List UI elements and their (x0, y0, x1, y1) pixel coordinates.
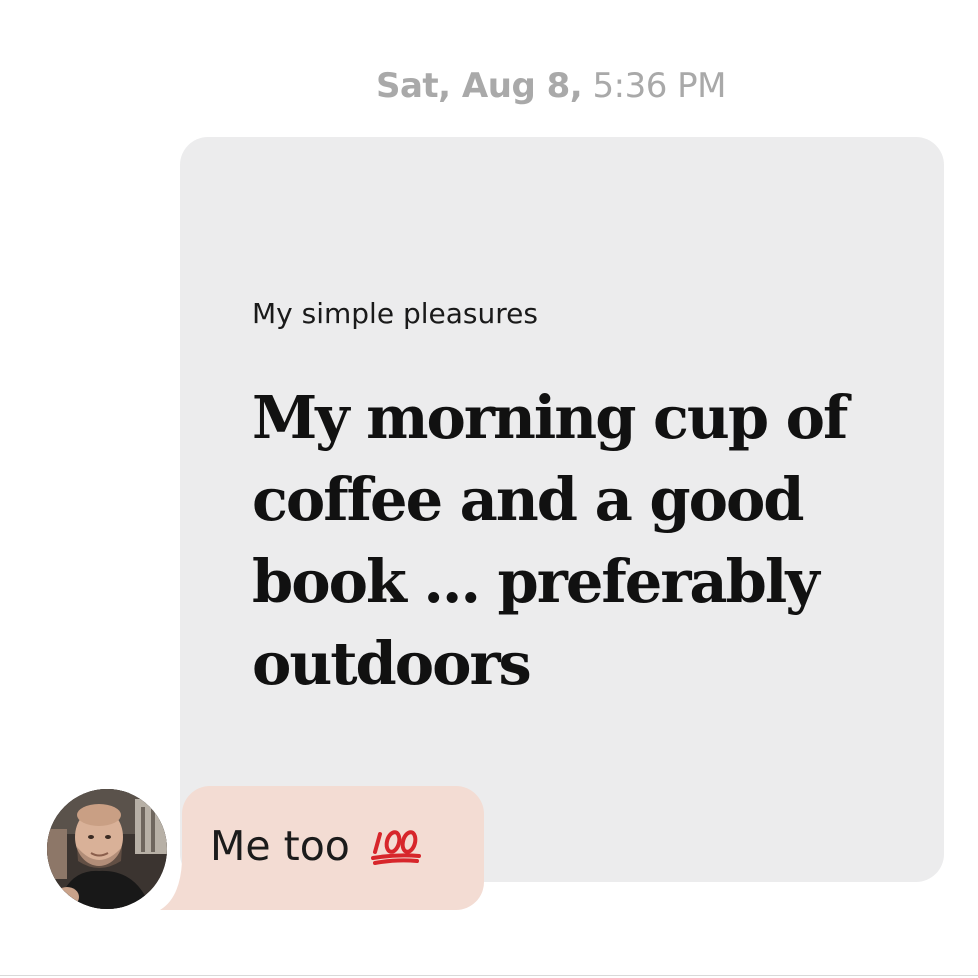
timestamp-time: 5:36 PM (592, 66, 727, 106)
reply-message: Me too (210, 822, 423, 870)
avatar-photo (47, 789, 167, 909)
reply-message-bubble[interactable]: Me too (182, 786, 484, 910)
prompt-answer: My morning cup of coffee and a good book… (252, 383, 848, 698)
reply-text: Me too (210, 822, 350, 870)
prompt-card[interactable]: My simple pleasures My morning cup of co… (180, 137, 944, 882)
hundred-points-icon (370, 830, 421, 865)
timestamp-date: Sat, Aug 8, (375, 66, 583, 106)
sender-avatar[interactable] (47, 789, 167, 909)
message-timestamp: Sat, Aug 8, 5:36 PM (0, 66, 978, 106)
prompt-title: My simple pleasures (252, 297, 538, 330)
divider (0, 975, 978, 976)
